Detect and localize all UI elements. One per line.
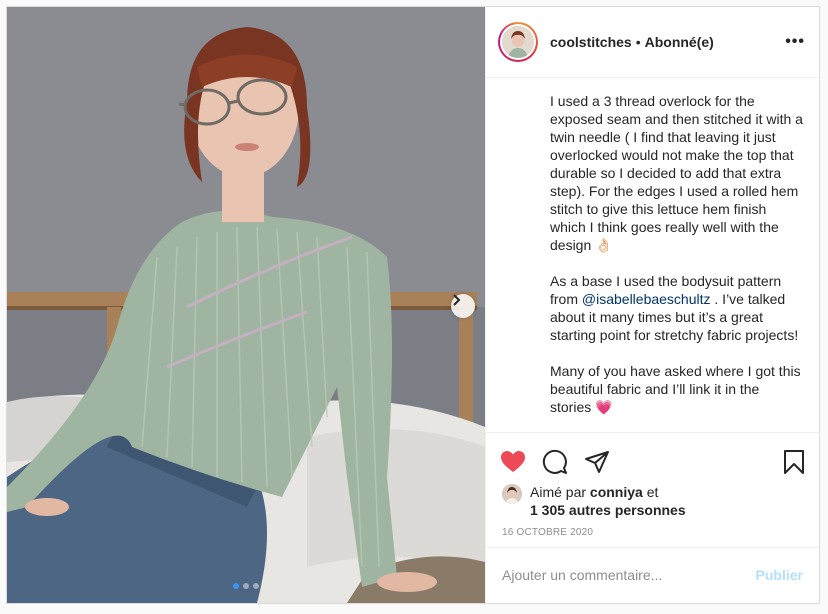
save-button[interactable] xyxy=(783,449,805,475)
comment-button[interactable] xyxy=(542,449,568,475)
caption-paragraph: Many of you have asked where I got this … xyxy=(550,363,801,416)
likes-text: Aimé par conniya et 1 305 autres personn… xyxy=(530,483,686,519)
follow-status[interactable]: Abonné(e) xyxy=(645,34,714,50)
comment-input[interactable] xyxy=(502,567,756,584)
caption-paragraph: I used a 3 thread overlock for the expos… xyxy=(550,93,803,254)
caption-paragraph: As a base I used the bodysuit pattern fr… xyxy=(550,272,803,344)
heart-filled-icon xyxy=(501,450,525,472)
liker-avatar-image xyxy=(502,483,522,504)
post-photo[interactable] xyxy=(7,7,485,603)
likes-summary: Aimé par conniya et 1 305 autres personn… xyxy=(486,483,819,519)
bookmark-icon xyxy=(784,449,804,474)
likes-prefix: Aimé par xyxy=(530,483,590,500)
post-caption: I used a 3 thread overlock for the expos… xyxy=(486,78,819,431)
share-button[interactable] xyxy=(584,450,610,474)
publish-button[interactable]: Publier xyxy=(756,567,803,583)
carousel-dot xyxy=(253,583,259,589)
carousel-next-button[interactable] xyxy=(451,294,475,318)
carousel-indicator xyxy=(7,583,485,589)
liker-username[interactable]: conniya xyxy=(590,484,643,500)
paper-plane-icon xyxy=(585,450,609,473)
mention-link[interactable]: @isabellebaeschultz xyxy=(582,291,711,307)
more-horizontal-icon[interactable]: ••• xyxy=(785,33,805,51)
likes-count-link[interactable]: 1 305 autres personnes xyxy=(530,502,686,518)
header-text: coolstitches • Abonné(e) xyxy=(550,34,785,50)
avatar-image xyxy=(502,26,534,59)
avatar[interactable] xyxy=(498,22,538,63)
separator-bullet: • xyxy=(635,34,641,51)
instagram-post: coolstitches • Abonné(e) ••• I used a 3 … xyxy=(6,6,820,604)
post-date[interactable]: 16 OCTOBRE 2020 xyxy=(486,519,819,547)
carousel-dot xyxy=(233,583,239,589)
liker-avatar[interactable] xyxy=(502,483,522,504)
carousel-dot xyxy=(243,583,249,589)
post-sidebar: coolstitches • Abonné(e) ••• I used a 3 … xyxy=(485,7,819,603)
comment-icon xyxy=(542,449,567,474)
comment-form: Publier xyxy=(486,546,819,603)
like-button[interactable] xyxy=(500,450,526,474)
photo-illustration xyxy=(7,7,485,603)
post-header: coolstitches • Abonné(e) ••• xyxy=(486,7,819,79)
likes-conjunction: et xyxy=(642,483,659,500)
action-bar xyxy=(486,431,819,483)
chevron-right-icon xyxy=(453,294,461,306)
username-link[interactable]: coolstitches xyxy=(550,34,632,50)
